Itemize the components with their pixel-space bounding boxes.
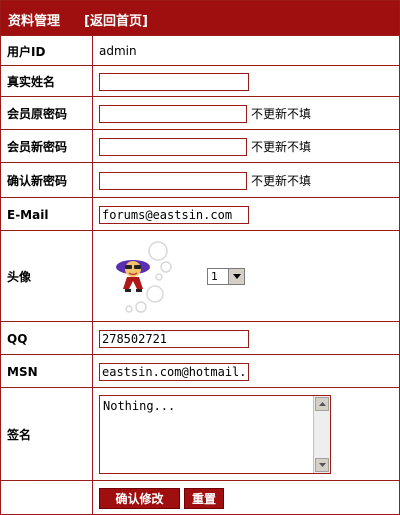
reset-button[interactable]: 重置: [184, 487, 224, 509]
scroll-down-icon[interactable]: [315, 458, 329, 472]
row-realname: 真实姓名: [1, 65, 399, 97]
signature-cell: Nothing...: [94, 388, 399, 481]
confirm-password-input[interactable]: [99, 171, 247, 190]
form-header: 资料管理 [返回首页]: [1, 1, 399, 35]
userid-value-cell: admin: [94, 36, 399, 66]
row-qq: QQ: [1, 321, 399, 355]
row-signature: 签名 Nothing...: [1, 387, 399, 481]
avatar-cell: 1: [94, 231, 399, 322]
old-password-cell: 不更新不填: [94, 97, 399, 130]
old-password-input[interactable]: [99, 104, 247, 123]
avatar-label: 头像: [1, 231, 93, 322]
row-new-password: 会员新密码 不更新不填: [1, 129, 399, 163]
avatar-select[interactable]: 1: [207, 268, 245, 285]
actions-cell: 确认修改 重置: [94, 481, 399, 515]
new-password-input[interactable]: [99, 137, 247, 156]
qq-label: QQ: [1, 322, 93, 355]
msn-label: MSN: [1, 355, 93, 388]
realname-label: 真实姓名: [1, 66, 93, 97]
new-password-note: 不更新不填: [251, 140, 312, 154]
row-old-password: 会员原密码 不更新不填: [1, 96, 399, 130]
page-title: 资料管理: [8, 14, 61, 29]
back-to-home-link[interactable]: [返回首页]: [84, 10, 148, 29]
signature-text: Nothing...: [103, 399, 176, 413]
scroll-up-icon[interactable]: [315, 397, 329, 411]
row-confirm-password: 确认新密码 不更新不填: [1, 162, 399, 198]
signature-label: 签名: [1, 388, 93, 481]
email-cell: [94, 198, 399, 231]
userid-value: admin: [99, 44, 137, 58]
submit-button[interactable]: 确认修改: [99, 487, 180, 509]
qq-input[interactable]: [99, 329, 249, 348]
confirm-password-note: 不更新不填: [251, 174, 312, 188]
email-label: E-Mail: [1, 198, 93, 231]
new-password-label: 会员新密码: [1, 130, 93, 163]
row-userid: 用户ID admin: [1, 35, 399, 66]
qq-cell: [94, 322, 399, 355]
realname-cell: [94, 66, 399, 97]
msn-cell: [94, 355, 399, 388]
chevron-down-icon[interactable]: [228, 269, 244, 284]
row-avatar: 头像 1: [1, 230, 399, 322]
realname-input[interactable]: [99, 72, 249, 91]
msn-input[interactable]: [99, 362, 249, 381]
new-password-cell: 不更新不填: [94, 130, 399, 163]
row-msn: MSN: [1, 354, 399, 388]
old-password-note: 不更新不填: [251, 107, 312, 121]
row-actions: 确认修改 重置: [1, 480, 399, 515]
confirm-password-label: 确认新密码: [1, 163, 93, 198]
signature-textarea[interactable]: Nothing...: [99, 395, 331, 474]
profile-form: 资料管理 [返回首页] 用户ID admin 真实姓名 会员原密码 不更新不填 …: [0, 0, 400, 515]
actions-label-cell: [1, 481, 93, 515]
signature-scrollbar[interactable]: [313, 396, 330, 473]
avatar-select-value: 1: [211, 270, 218, 283]
email-input[interactable]: [99, 205, 249, 224]
confirm-password-cell: 不更新不填: [94, 163, 399, 198]
old-password-label: 会员原密码: [1, 97, 93, 130]
row-email: E-Mail: [1, 197, 399, 231]
avatar-image: [116, 240, 172, 313]
userid-label: 用户ID: [1, 36, 93, 66]
